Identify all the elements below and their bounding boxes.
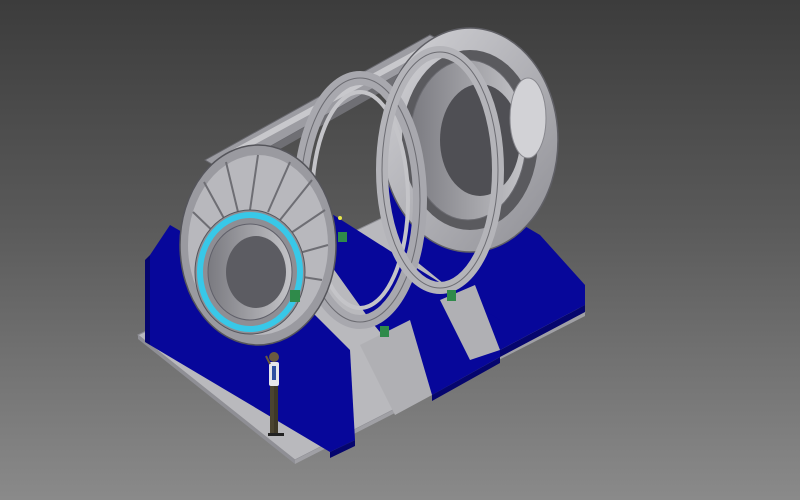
render-viewport xyxy=(0,0,800,500)
front-ring-housing xyxy=(179,144,337,346)
indicator-dot xyxy=(338,216,342,220)
turbine-cad-scene xyxy=(137,27,586,464)
